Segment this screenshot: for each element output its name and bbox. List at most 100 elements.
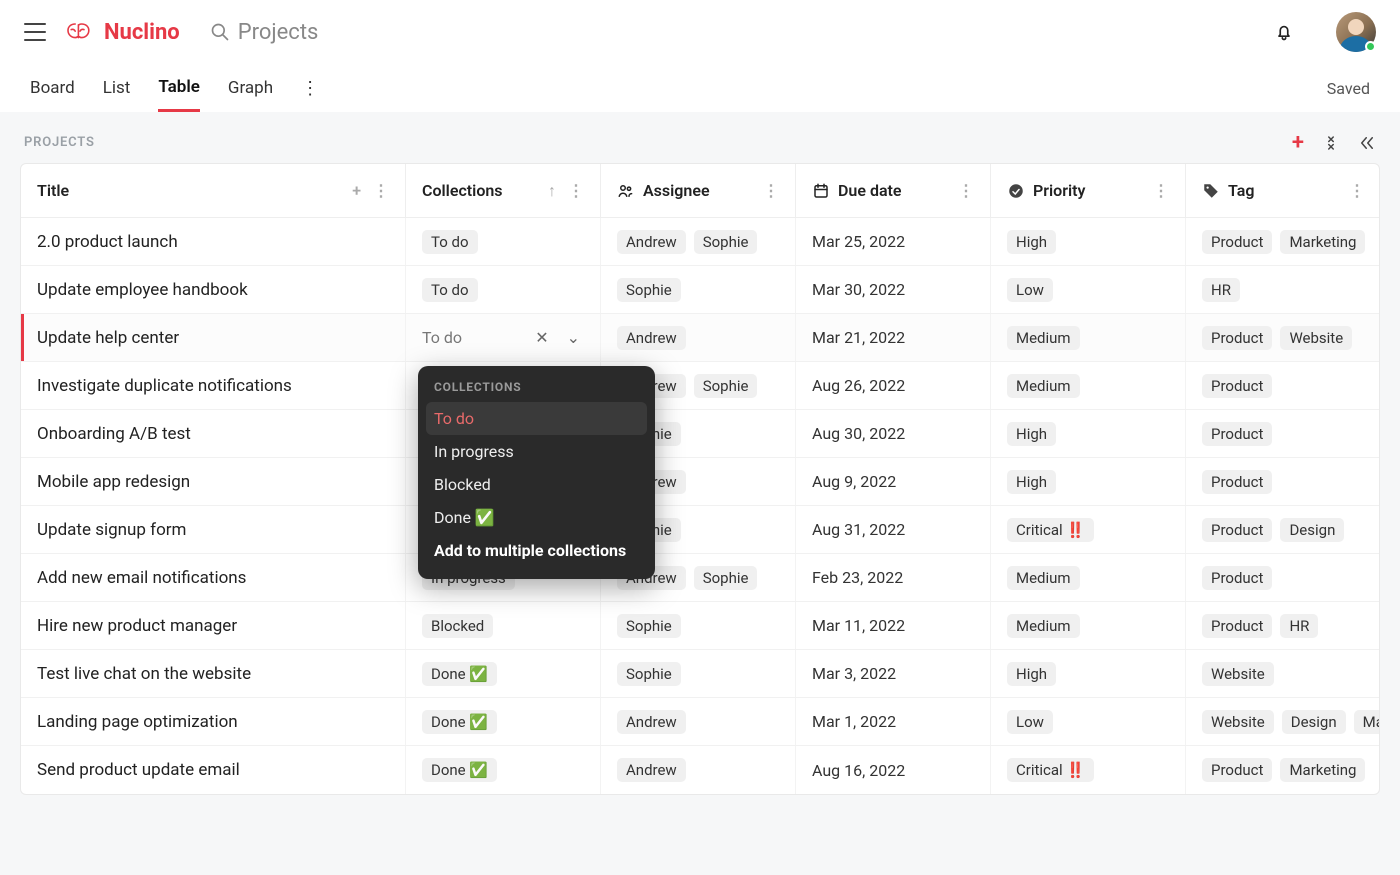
tag-pill[interactable]: Website	[1202, 662, 1274, 686]
cell-collection[interactable]: To do	[406, 266, 601, 313]
tab-graph[interactable]: Graph	[228, 78, 273, 110]
cell-priority[interactable]: Low	[991, 698, 1186, 745]
cell-priority[interactable]: High	[991, 650, 1186, 697]
cell-priority[interactable]: Medium	[991, 314, 1186, 361]
assignee-pill[interactable]: Andrew	[617, 230, 686, 254]
table-row[interactable]: Update signup formSophieAug 31, 2022Crit…	[21, 506, 1379, 554]
cell-title[interactable]: Add new email notifications	[21, 554, 406, 601]
cell-title[interactable]: Update employee handbook	[21, 266, 406, 313]
cell-title[interactable]: Onboarding A/B test	[21, 410, 406, 457]
collection-pill[interactable]: Done ✅	[422, 710, 497, 734]
assignee-pill[interactable]: Andrew	[617, 710, 686, 734]
sort-asc-icon[interactable]: ↑	[548, 181, 556, 201]
tag-pill[interactable]: Product	[1202, 614, 1272, 638]
cell-assignee[interactable]: Sophie	[601, 650, 796, 697]
cell-due-date[interactable]: Aug 30, 2022	[796, 410, 991, 457]
col-tag[interactable]: Tag ⋮	[1186, 164, 1380, 217]
priority-pill[interactable]: High	[1007, 230, 1056, 254]
col-priority[interactable]: Priority ⋮	[991, 164, 1186, 217]
collection-pill[interactable]: To do	[422, 230, 478, 254]
assignee-pill[interactable]: Sophie	[694, 374, 758, 398]
tag-pill[interactable]: Website	[1202, 710, 1274, 734]
assignee-pill[interactable]: Sophie	[617, 614, 681, 638]
cell-title[interactable]: Test live chat on the website	[21, 650, 406, 697]
col-assignee[interactable]: Assignee ⋮	[601, 164, 796, 217]
cell-title[interactable]: Mobile app redesign	[21, 458, 406, 505]
tab-board[interactable]: Board	[30, 78, 75, 110]
table-row[interactable]: Mobile app redesignAndrewAug 9, 2022High…	[21, 458, 1379, 506]
collection-pill[interactable]: Done ✅	[422, 758, 497, 782]
tag-pill[interactable]: Product	[1202, 518, 1272, 542]
cell-tags[interactable]: Product	[1186, 362, 1380, 409]
assignee-pill[interactable]: Andrew	[617, 758, 686, 782]
priority-pill[interactable]: Medium	[1007, 614, 1080, 638]
assignee-pill[interactable]: Sophie	[617, 278, 681, 302]
collection-option[interactable]: To do	[426, 402, 647, 435]
cell-tags[interactable]: Product	[1186, 554, 1380, 601]
notifications-icon[interactable]	[1274, 21, 1294, 43]
cell-tags[interactable]: Product	[1186, 410, 1380, 457]
priority-pill[interactable]: Critical ‼️	[1007, 518, 1094, 542]
assignee-pill[interactable]: Andrew	[617, 326, 686, 350]
cell-title[interactable]: Update signup form	[21, 506, 406, 553]
cell-collection[interactable]: Blocked	[406, 602, 601, 649]
cell-priority[interactable]: High	[991, 410, 1186, 457]
cell-collection[interactable]: Done ✅	[406, 746, 601, 794]
cell-assignee[interactable]: Andrew	[601, 314, 796, 361]
column-menu-icon[interactable]: ⋮	[373, 181, 389, 200]
table-row[interactable]: Onboarding A/B testSophieAug 30, 2022Hig…	[21, 410, 1379, 458]
tab-list[interactable]: List	[103, 78, 131, 110]
cell-collection[interactable]: To do	[406, 218, 601, 265]
tag-pill[interactable]: Product	[1202, 758, 1272, 782]
cell-tags[interactable]: Product Website	[1186, 314, 1380, 361]
column-menu-icon[interactable]: ⋮	[1153, 181, 1169, 200]
col-due[interactable]: Due date ⋮	[796, 164, 991, 217]
table-row[interactable]: Add new email notificationsIn progressAn…	[21, 554, 1379, 602]
assignee-pill[interactable]: Sophie	[694, 230, 758, 254]
tag-pill[interactable]: Marketing	[1280, 758, 1365, 782]
cell-priority[interactable]: Medium	[991, 362, 1186, 409]
priority-pill[interactable]: Medium	[1007, 566, 1080, 590]
cell-tags[interactable]: Website	[1186, 650, 1380, 697]
priority-pill[interactable]: Medium	[1007, 326, 1080, 350]
add-item-button[interactable]: +	[1292, 130, 1304, 155]
cell-collection[interactable]: Done ✅	[406, 698, 601, 745]
cell-priority[interactable]: Critical ‼️	[991, 746, 1186, 794]
cell-due-date[interactable]: Aug 31, 2022	[796, 506, 991, 553]
col-title[interactable]: Title + ⋮	[21, 164, 406, 217]
cell-assignee[interactable]: Sophie	[601, 602, 796, 649]
cell-tags[interactable]: HR	[1186, 266, 1380, 313]
user-avatar[interactable]	[1336, 12, 1376, 52]
tag-pill[interactable]: Design	[1282, 710, 1346, 734]
tag-pill[interactable]: Product	[1202, 374, 1272, 398]
tag-pill[interactable]: Website	[1280, 326, 1352, 350]
cell-due-date[interactable]: Mar 25, 2022	[796, 218, 991, 265]
cell-collection[interactable]: Done ✅	[406, 650, 601, 697]
cell-title[interactable]: Send product update email	[21, 746, 406, 794]
tag-pill[interactable]: HR	[1280, 614, 1318, 638]
tag-pill[interactable]: Product	[1202, 326, 1272, 350]
table-row[interactable]: Update employee handbookTo doSophieMar 3…	[21, 266, 1379, 314]
cell-tags[interactable]: Product Marketing	[1186, 746, 1380, 794]
collection-option[interactable]: In progress	[418, 435, 655, 468]
cell-priority[interactable]: Medium	[991, 554, 1186, 601]
table-row[interactable]: Landing page optimization Done ✅ Andrew Mar…	[21, 698, 1379, 746]
cell-due-date[interactable]: Mar 21, 2022	[796, 314, 991, 361]
cell-tags[interactable]: WebsiteDesignMarketing	[1186, 698, 1380, 745]
tag-pill[interactable]: Product	[1202, 470, 1272, 494]
tag-pill[interactable]: Product	[1202, 566, 1272, 590]
tag-pill[interactable]: Marketing	[1280, 230, 1365, 254]
cell-tags[interactable]: Product HR	[1186, 602, 1380, 649]
assignee-pill[interactable]: Sophie	[694, 566, 758, 590]
cell-due-date[interactable]: Feb 23, 2022	[796, 554, 991, 601]
table-row[interactable]: Hire new product managerBlockedSophieMar…	[21, 602, 1379, 650]
tag-pill[interactable]: Product	[1202, 422, 1272, 446]
add-column-icon[interactable]: +	[352, 181, 361, 200]
cell-due-date[interactable]: Mar 11, 2022	[796, 602, 991, 649]
cell-due-date[interactable]: Mar 1, 2022	[796, 698, 991, 745]
app-logo[interactable]: Nuclino	[64, 19, 180, 45]
collection-option[interactable]: Blocked	[418, 468, 655, 501]
cell-priority[interactable]: High	[991, 218, 1186, 265]
cell-title[interactable]: Landing page optimization	[21, 698, 406, 745]
cell-due-date[interactable]: Aug 9, 2022	[796, 458, 991, 505]
